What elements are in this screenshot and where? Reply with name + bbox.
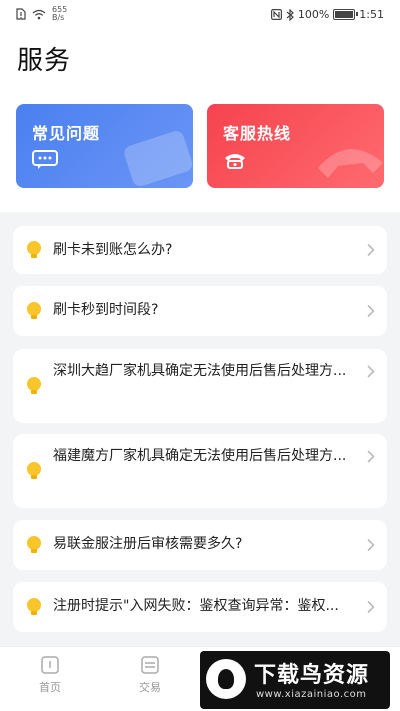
chevron-right-icon	[367, 243, 375, 257]
faq-item-text: 福建魔方厂家机具确定无法使用后售后处理方...	[53, 448, 347, 464]
faq-item-text: 注册时提示"入网失败：鉴权查询异常：鉴权...	[53, 598, 339, 614]
tab-home-label: 首页	[39, 681, 61, 694]
chevron-right-icon	[367, 304, 375, 318]
faq-item[interactable]: 易联金服注册后审核需要多久?	[13, 520, 387, 570]
phone-watermark-icon	[318, 149, 383, 178]
chat-bubble-watermark-icon	[124, 131, 193, 187]
faq-item[interactable]: 注册时提示"入网失败：鉴权查询异常：鉴权...	[13, 582, 387, 632]
bird-logo-icon	[206, 659, 246, 699]
chevron-right-icon	[367, 538, 375, 552]
lightbulb-icon	[27, 536, 41, 553]
lightbulb-icon	[27, 598, 41, 615]
tab-transaction[interactable]: 交易	[120, 655, 180, 695]
hotline-card-label: 客服热线	[223, 124, 292, 143]
home-icon	[41, 656, 59, 674]
sim-alert-icon	[16, 8, 26, 20]
faq-item-text: 刷卡秒到时间段?	[53, 302, 159, 318]
faq-item-text: 刷卡未到账怎么办?	[53, 242, 173, 258]
watermark-title: 下载鸟资源	[254, 663, 370, 688]
faq-item[interactable]: 刷卡未到账怎么办?	[13, 226, 387, 274]
faq-item-text: 深圳大趋厂家机具确定无法使用后售后处理方...	[53, 363, 347, 379]
chevron-right-icon	[367, 365, 375, 378]
faq-item[interactable]: 深圳大趋厂家机具确定无法使用后售后处理方...	[13, 349, 387, 423]
faq-card-label: 常见问题	[32, 124, 101, 143]
battery-icon	[333, 9, 359, 20]
clock: 1:51	[359, 8, 384, 21]
lightbulb-icon	[27, 241, 41, 258]
lightbulb-icon	[27, 462, 41, 479]
faq-item-text: 易联金服注册后审核需要多久?	[53, 536, 243, 552]
status-bar: 655 B/s 100% 1:51	[0, 0, 400, 30]
chat-bubble-icon	[32, 150, 58, 169]
lightbulb-icon	[27, 377, 41, 394]
phone-icon	[225, 154, 245, 169]
faq-card[interactable]: 常见问题	[16, 104, 193, 188]
chevron-right-icon	[367, 600, 375, 614]
header-area: 655 B/s 100% 1:51 服务 常见问题 客服热线	[0, 0, 400, 212]
wifi-icon	[32, 9, 46, 19]
chevron-right-icon	[367, 450, 375, 463]
tab-bar: 首页 交易 下载鸟资源 www.xiazainiao.com	[0, 646, 400, 711]
page-title: 服务	[17, 46, 72, 76]
bluetooth-icon	[286, 8, 294, 21]
watermark-banner: 下载鸟资源 www.xiazainiao.com	[200, 651, 390, 709]
faq-item[interactable]: 刷卡秒到时间段?	[13, 286, 387, 336]
faq-item[interactable]: 福建魔方厂家机具确定无法使用后售后处理方...	[13, 434, 387, 508]
tab-transaction-label: 交易	[139, 681, 161, 694]
watermark-url: www.xiazainiao.com	[256, 689, 367, 700]
transaction-icon	[141, 656, 159, 674]
network-speed: 655 B/s	[52, 5, 68, 22]
nfc-icon	[270, 9, 282, 20]
lightbulb-icon	[27, 302, 41, 319]
battery-percent: 100%	[297, 8, 330, 21]
hotline-card[interactable]: 客服热线	[207, 104, 384, 188]
battery-fill	[335, 11, 354, 18]
tab-home[interactable]: 首页	[20, 655, 80, 695]
